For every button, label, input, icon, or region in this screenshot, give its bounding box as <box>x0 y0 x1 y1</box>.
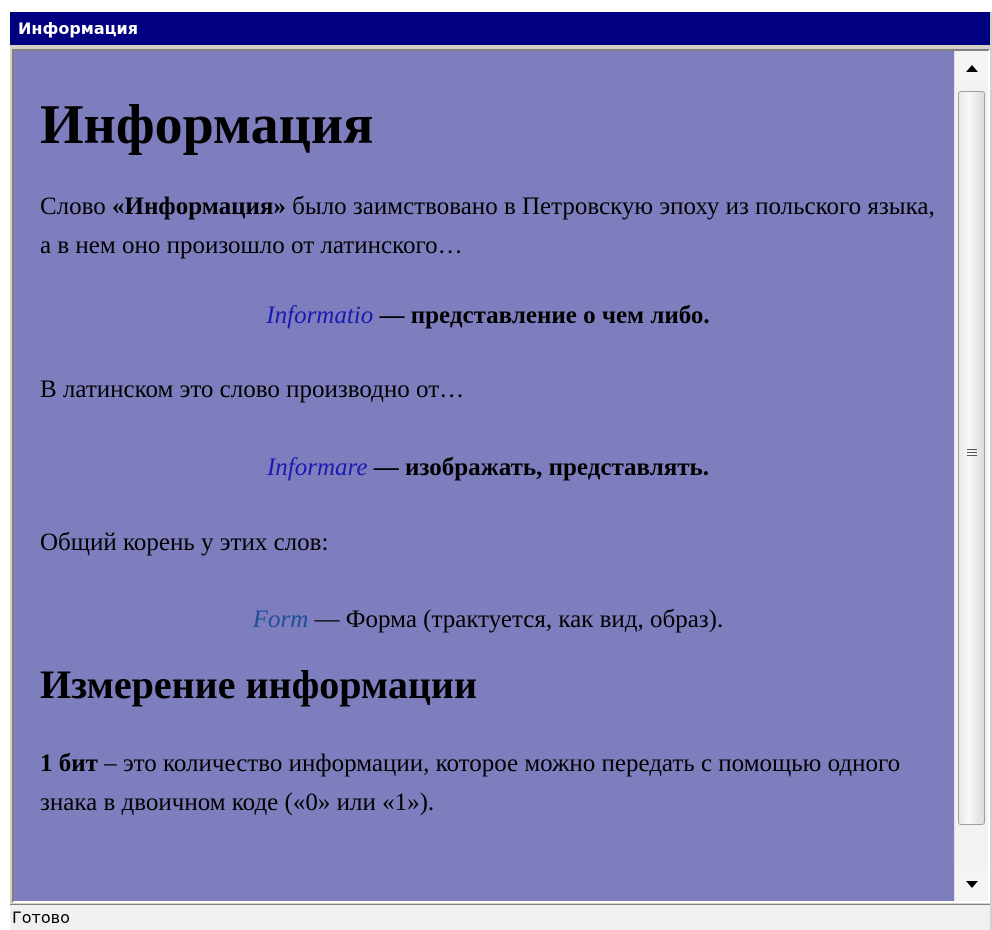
common-root-paragraph: Общий корень у этих слов: <box>40 529 329 556</box>
definition-informare-meaning: изображать, представлять. <box>404 454 710 481</box>
bit-definition: – это количество информации, которое мож… <box>40 750 901 816</box>
grip-icon <box>967 449 977 458</box>
browser-window: Информация Информация Слово «Информация»… <box>10 12 992 930</box>
definition-dash: — <box>367 454 405 481</box>
definition-dash: — <box>373 302 411 329</box>
bit-paragraph: 1 бит – это количество информации, котор… <box>40 744 936 822</box>
definition-form: Form — Форма (трактуется, как вид, образ… <box>40 600 936 639</box>
content-frame: Информация Слово «Информация» было заимс… <box>12 49 990 903</box>
scroll-up-button[interactable] <box>955 51 988 85</box>
status-text: Готово <box>12 908 70 927</box>
definition-informatio: Informatio — представление о чем либо. <box>40 296 936 335</box>
scroll-thumb[interactable] <box>958 91 985 825</box>
latin-term-informatio: Informatio <box>266 302 374 329</box>
article-content: Информация Слово «Информация» было заимс… <box>14 51 954 901</box>
bit-term: 1 бит <box>40 750 98 777</box>
window-titlebar: Информация <box>10 12 990 45</box>
latin-origin-paragraph: В латинском это слово производно от… <box>40 376 465 403</box>
latin-term-form: Form <box>252 606 309 633</box>
definition-informatio-meaning: представление о чем либо. <box>410 302 710 329</box>
arrow-down-icon <box>965 880 978 888</box>
vertical-scrollbar[interactable] <box>954 51 988 901</box>
intro-bold-word: «Информация» <box>112 193 286 220</box>
intro-prefix: Слово <box>40 193 113 220</box>
definition-informare: Informare — изображать, представлять. <box>40 448 936 487</box>
status-bar: Готово <box>10 904 990 930</box>
scroll-down-button[interactable] <box>955 867 988 901</box>
latin-term-informare: Informare <box>266 454 368 481</box>
definition-form-meaning: — Форма (трактуется, как вид, образ). <box>308 606 724 633</box>
intro-paragraph: Слово «Информация» было заимствовано в П… <box>40 187 936 265</box>
arrow-up-icon <box>965 64 978 72</box>
page-title: Информация <box>40 94 374 156</box>
section-heading: Измерение информации <box>40 662 477 707</box>
